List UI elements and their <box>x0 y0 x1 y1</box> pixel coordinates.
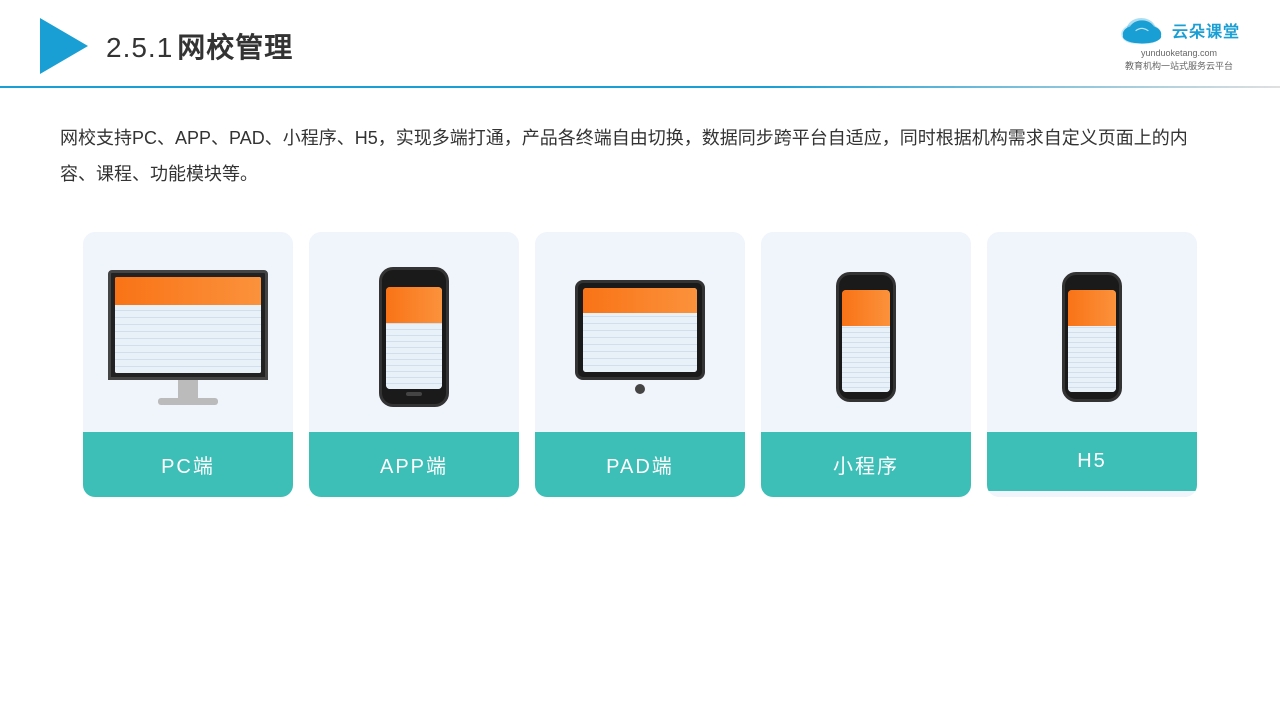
card-h5: H5 <box>987 232 1197 497</box>
brand-logo: 云朵课堂 yunduoketang.com 教育机构一站式服务云平台 <box>1118 14 1240 72</box>
pad-tablet-icon <box>575 280 705 394</box>
card-app-label: APP端 <box>309 432 519 497</box>
card-app: APP端 <box>309 232 519 497</box>
h5-phone-icon <box>1062 272 1122 402</box>
card-pc-label: PC端 <box>83 432 293 497</box>
cloud-icon <box>1118 14 1166 46</box>
page-title: 2.5.1网校管理 <box>106 26 293 66</box>
brand-logo-icon: 云朵课堂 <box>1118 14 1240 46</box>
card-pad-image <box>535 232 745 432</box>
brand-name: 云朵课堂 <box>1172 18 1240 42</box>
pc-monitor-icon <box>108 270 268 405</box>
card-pc-image <box>83 232 293 432</box>
description-text: 网校支持PC、APP、PAD、小程序、H5，实现多端打通，产品各终端自由切换，数… <box>0 88 1280 212</box>
card-pad-label: PAD端 <box>535 432 745 497</box>
card-app-image <box>309 232 519 432</box>
card-miniapp-label: 小程序 <box>761 432 971 497</box>
card-h5-label: H5 <box>987 432 1197 491</box>
card-pc: PC端 <box>83 232 293 497</box>
card-miniapp-image <box>761 232 971 432</box>
logo-triangle-icon <box>40 18 88 74</box>
app-phone-icon <box>379 267 449 407</box>
card-miniapp: 小程序 <box>761 232 971 497</box>
miniapp-phone-icon <box>836 272 896 402</box>
cards-container: PC端 APP端 PAD端 <box>0 212 1280 527</box>
card-h5-image <box>987 232 1197 432</box>
brand-tagline: yunduoketang.com 教育机构一站式服务云平台 <box>1125 47 1233 72</box>
card-pad: PAD端 <box>535 232 745 497</box>
header: 2.5.1网校管理 云朵课堂 yunduoketang.com 教育机构一站式服… <box>0 0 1280 74</box>
